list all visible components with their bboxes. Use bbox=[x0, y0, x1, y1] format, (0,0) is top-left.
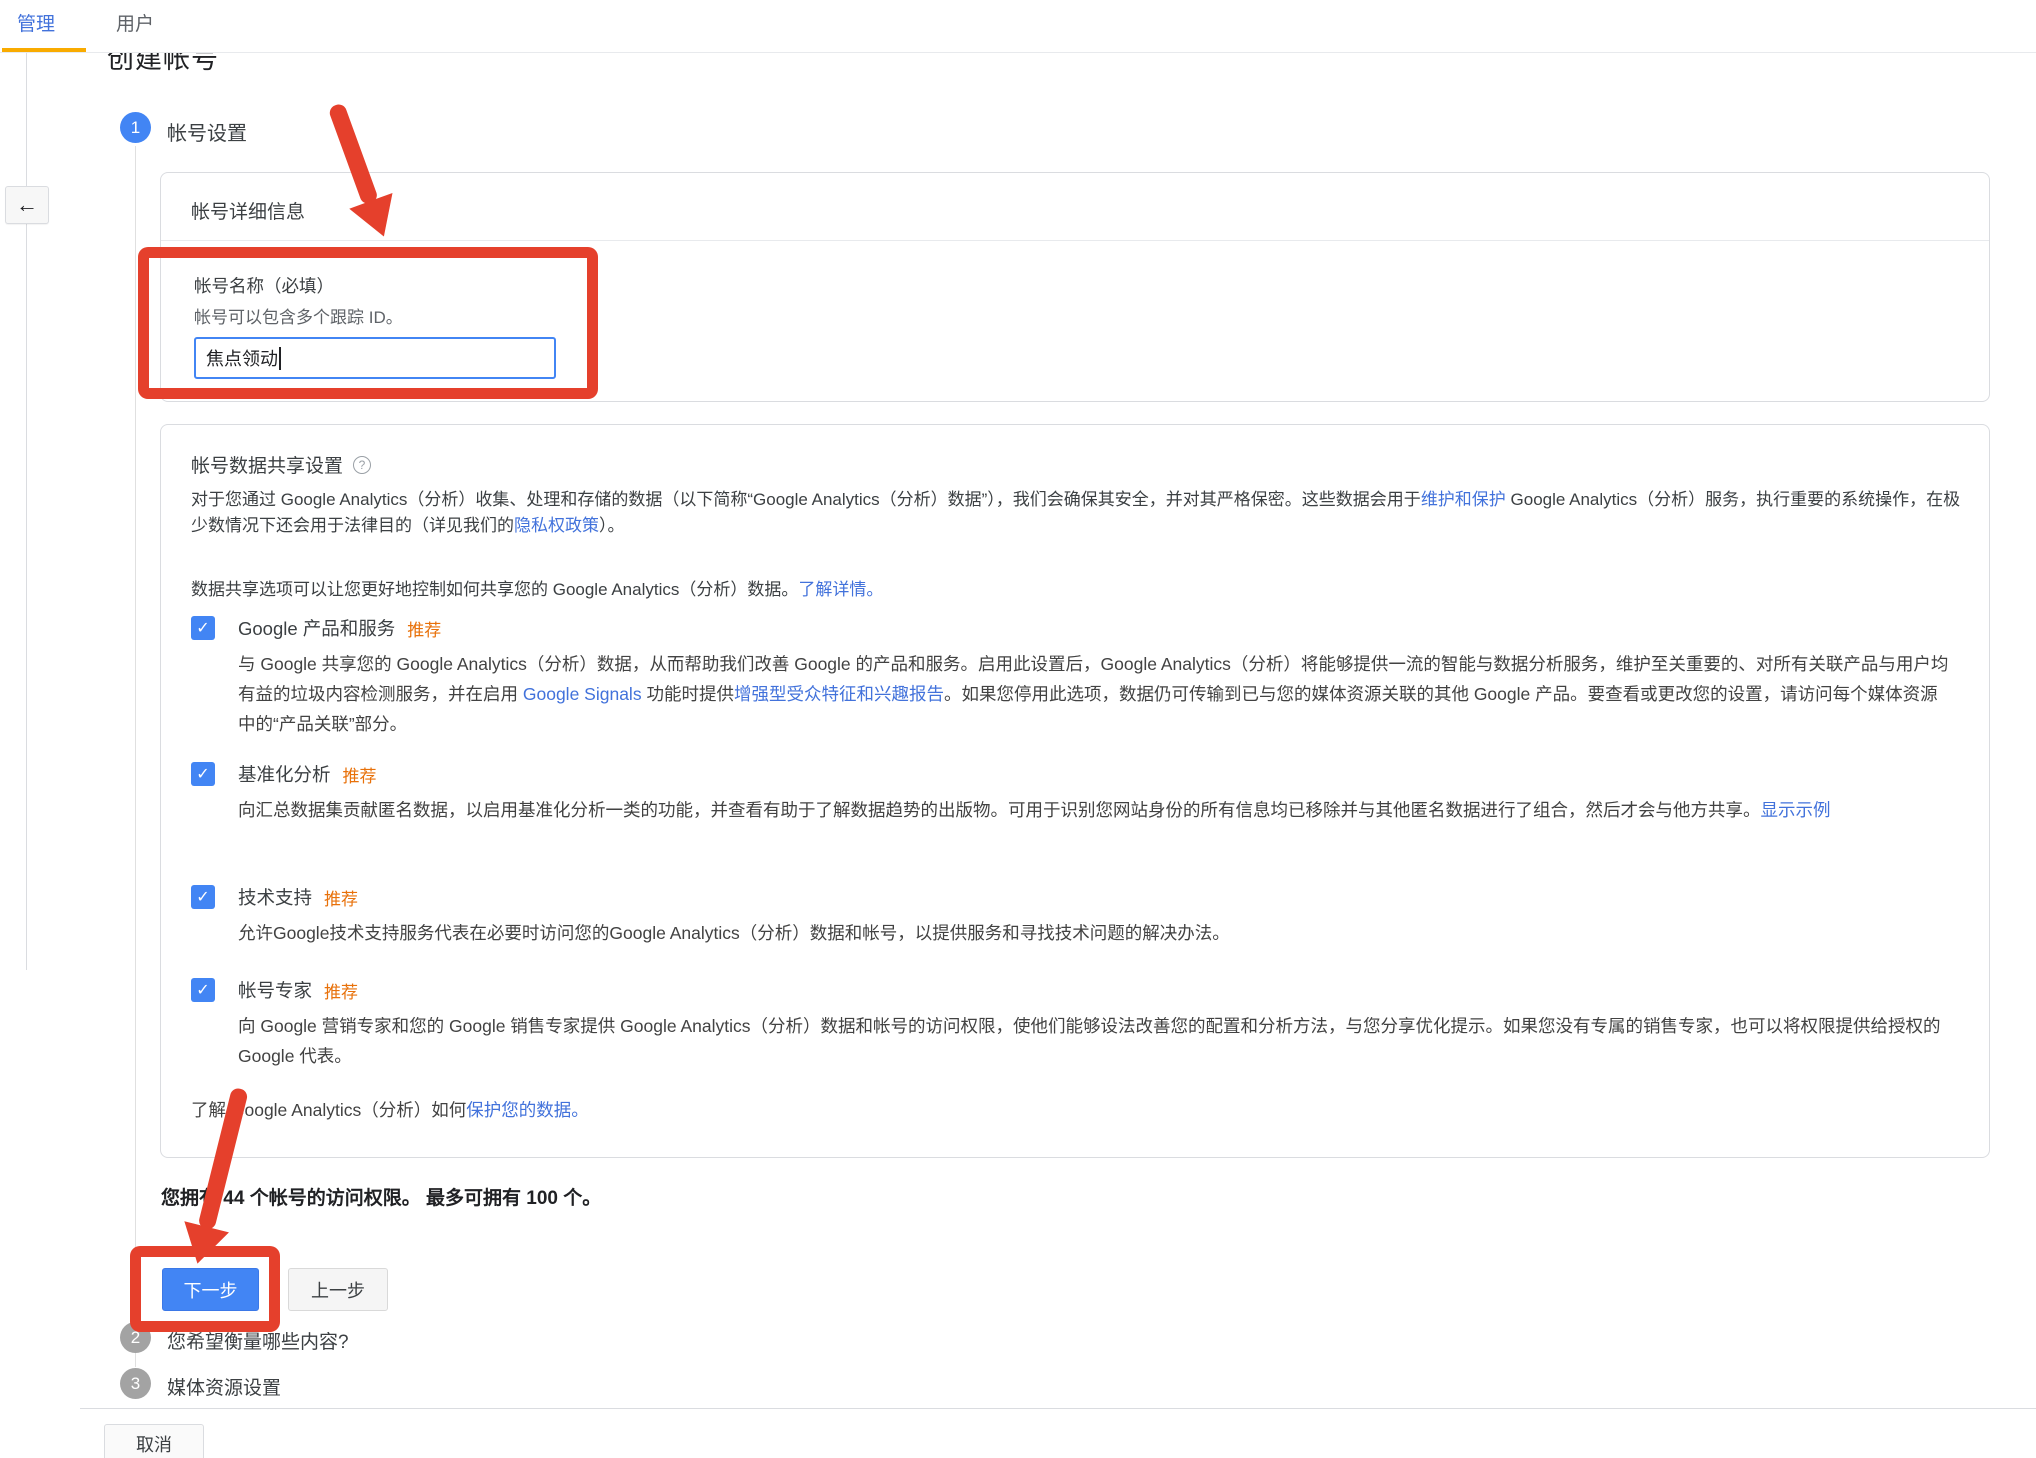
check-icon: ✓ bbox=[196, 764, 209, 784]
next-button[interactable]: 下一步 bbox=[162, 1268, 259, 1311]
step3-label: 媒体资源设置 bbox=[167, 1373, 281, 1400]
protect-data-link[interactable]: 保护您的数据。 bbox=[466, 1100, 589, 1120]
check-icon: ✓ bbox=[196, 618, 209, 638]
account-name-label: 帐号名称（必填） bbox=[194, 273, 334, 298]
step2-circle: 2 bbox=[120, 1322, 151, 1353]
step1-label: 帐号设置 bbox=[167, 117, 247, 146]
account-details-card: 帐号详细信息 帐号名称（必填） 帐号可以包含多个跟踪 ID。 焦点领动 bbox=[160, 172, 1990, 402]
data-protection-line: 了解 Google Analytics（分析）如何保护您的数据。 bbox=[191, 1097, 589, 1122]
recommended-badge: 推荐 bbox=[324, 885, 358, 910]
text-cursor bbox=[279, 347, 281, 370]
option-description: 向汇总数据集贡献匿名数据，以启用基准化分析一类的功能，并查看有助于了解数据趋势的… bbox=[238, 795, 1950, 825]
cancel-button[interactable]: 取消 bbox=[104, 1424, 204, 1458]
option-label: 帐号专家 bbox=[238, 977, 312, 1003]
back-arrow-icon: ← bbox=[16, 192, 38, 218]
arrow-head-icon bbox=[175, 1221, 229, 1269]
option-tech-support: ✓ 技术支持 推荐 允许Google技术支持服务代表在必要时访问您的Google… bbox=[191, 884, 1951, 948]
stepper-line bbox=[135, 146, 136, 1322]
data-sharing-title: 帐号数据共享设置 bbox=[191, 451, 343, 478]
option-label: 技术支持 bbox=[238, 884, 312, 910]
option-label: 基准化分析 bbox=[238, 761, 331, 787]
check-icon: ✓ bbox=[196, 887, 209, 907]
privacy-policy-link[interactable]: 隐私权政策 bbox=[514, 516, 599, 535]
top-tab-bar: 管理 用户 bbox=[0, 0, 2036, 53]
checkbox-benchmarking[interactable]: ✓ bbox=[191, 762, 215, 786]
data-sharing-intro: 对于您通过 Google Analytics（分析）收集、处理和存储的数据（以下… bbox=[191, 487, 1971, 539]
page-title-clipped: 创建帐号 bbox=[107, 53, 219, 86]
step1-circle: 1 bbox=[120, 112, 151, 143]
step2-label: 您希望衡量哪些内容? bbox=[167, 1327, 349, 1354]
previous-button[interactable]: 上一步 bbox=[288, 1268, 388, 1311]
active-tab-underline bbox=[2, 48, 86, 52]
account-name-input[interactable]: 焦点领动 bbox=[194, 337, 556, 379]
recommended-badge: 推荐 bbox=[343, 762, 377, 787]
option-label: Google 产品和服务 bbox=[238, 615, 395, 641]
option-description: 向 Google 营销专家和您的 Google 销售专家提供 Google An… bbox=[238, 1011, 1950, 1071]
option-google-products: ✓ Google 产品和服务 推荐 与 Google 共享您的 Google A… bbox=[191, 615, 1951, 739]
footer-divider bbox=[80, 1408, 2036, 1409]
data-sharing-card: 帐号数据共享设置 ? 对于您通过 Google Analytics（分析）收集、… bbox=[160, 424, 1990, 1158]
checkbox-tech-support[interactable]: ✓ bbox=[191, 885, 215, 909]
show-example-link[interactable]: 显示示例 bbox=[1761, 800, 1831, 820]
account-name-hint: 帐号可以包含多个跟踪 ID。 bbox=[194, 303, 403, 328]
maintain-protect-link[interactable]: 维护和保护 bbox=[1421, 490, 1506, 509]
check-icon: ✓ bbox=[196, 980, 209, 1000]
recommended-badge: 推荐 bbox=[324, 978, 358, 1003]
tab-user[interactable]: 用户 bbox=[116, 9, 154, 36]
data-sharing-lead: 数据共享选项可以让您更好地控制如何共享您的 Google Analytics（分… bbox=[191, 575, 1891, 600]
account-details-header: 帐号详细信息 bbox=[161, 173, 1989, 241]
recommended-badge: 推荐 bbox=[407, 616, 441, 641]
checkbox-account-specialists[interactable]: ✓ bbox=[191, 978, 215, 1002]
option-benchmarking: ✓ 基准化分析 推荐 向汇总数据集贡献匿名数据，以启用基准化分析一类的功能，并查… bbox=[191, 761, 1951, 825]
create-account-page: 管理 用户 创建帐号 ← 1 帐号设置 帐号详细信息 帐号名称（必填） 帐号可以… bbox=[0, 0, 2036, 1458]
back-button[interactable]: ← bbox=[5, 186, 49, 224]
option-account-specialists: ✓ 帐号专家 推荐 向 Google 营销专家和您的 Google 销售专家提供… bbox=[191, 977, 1951, 1071]
checkbox-google-products[interactable]: ✓ bbox=[191, 616, 215, 640]
option-description: 与 Google 共享您的 Google Analytics（分析）数据，从而帮… bbox=[238, 649, 1950, 739]
stepper-line-2 bbox=[135, 1353, 136, 1367]
google-signals-link[interactable]: Google Signals bbox=[523, 684, 642, 704]
account-details-title: 帐号详细信息 bbox=[191, 197, 305, 224]
data-sharing-title-row: 帐号数据共享设置 ? bbox=[191, 451, 371, 478]
account-name-value: 焦点领动 bbox=[206, 345, 278, 371]
tab-admin[interactable]: 管理 bbox=[17, 9, 55, 36]
account-quota-text: 您拥有 44 个帐号的访问权限。 最多可拥有 100 个。 bbox=[161, 1183, 601, 1210]
learn-more-link[interactable]: 了解详情。 bbox=[798, 580, 883, 599]
help-icon[interactable]: ? bbox=[353, 456, 371, 474]
option-description: 允许Google技术支持服务代表在必要时访问您的Google Analytics… bbox=[238, 918, 1950, 948]
enhanced-demographics-link[interactable]: 增强型受众特征和兴趣报告 bbox=[734, 684, 944, 704]
step3-circle: 3 bbox=[120, 1368, 151, 1399]
